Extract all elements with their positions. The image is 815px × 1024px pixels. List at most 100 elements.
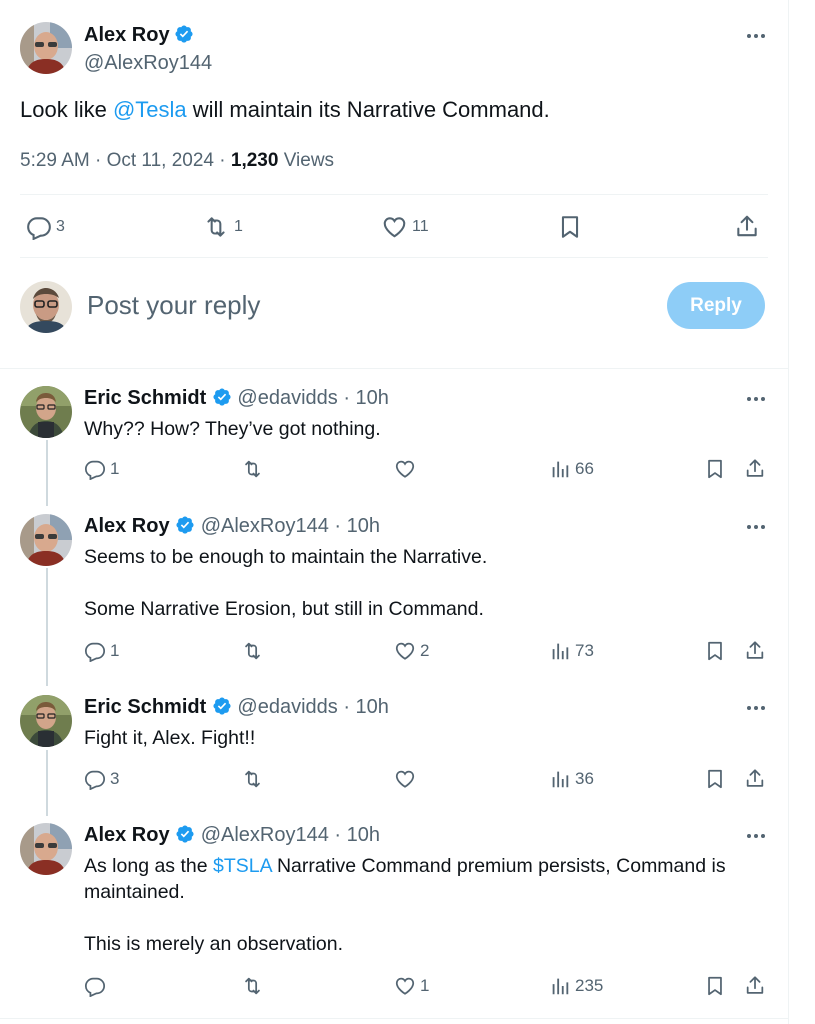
more-icon[interactable] [744,702,768,714]
views-icon [549,640,571,662]
more-icon[interactable] [744,521,768,533]
retweet-icon [241,768,264,790]
bookmark-icon [557,214,583,240]
like-button[interactable]: 1 [394,975,429,997]
reply-header: Eric Schmidt @edavidds · 10h [84,696,389,719]
reply-text-line: Seems to be enough to maintain the Narra… [84,546,488,568]
bookmark-button[interactable] [704,975,726,997]
views-icon [549,458,571,480]
divider [20,257,768,258]
bookmark-button[interactable] [557,214,583,240]
more-icon[interactable] [744,393,768,405]
reply-text: Fight it, Alex. Fight!! [84,727,256,749]
retweet-button[interactable] [241,975,264,997]
author-name[interactable]: Alex Roy [84,24,170,46]
like-icon [381,214,408,240]
like-icon [394,768,416,790]
like-button[interactable]: 11 [381,214,429,240]
views-count: 66 [575,459,594,478]
author-handle[interactable]: @AlexRoy144 [84,52,212,75]
views-button[interactable]: 66 [549,458,594,480]
reply-text: Why?? How? They’ve got nothing. [84,418,381,440]
reply-author-handle[interactable]: @AlexRoy144 [201,515,329,537]
like-count: 11 [412,218,429,235]
reply-button[interactable] [84,975,106,997]
share-icon [734,213,760,240]
views-count: 73 [575,641,594,660]
retweet-button[interactable] [241,768,264,790]
like-count: 1 [420,976,430,995]
reply-input[interactable]: Post your reply [87,290,260,321]
reply-submit-button[interactable]: Reply [667,282,765,329]
reply-button[interactable]: 1 [84,640,119,662]
thread-line [46,440,48,506]
views-button[interactable]: 235 [549,975,603,997]
like-button[interactable] [394,458,416,480]
more-icon[interactable] [744,830,768,842]
reply-author-name[interactable]: Alex Roy [84,824,170,846]
bookmark-button[interactable] [704,458,726,480]
reply-time[interactable]: · 10h [338,387,389,409]
reply-avatar[interactable] [20,386,72,438]
verified-badge-icon [212,696,232,716]
share-icon [744,767,766,790]
retweet-icon [202,214,230,240]
reply-text-line: Some Narrative Erosion, but still in Com… [84,598,484,620]
reply-avatar[interactable] [20,514,72,566]
current-user-avatar[interactable] [20,281,72,333]
share-button[interactable] [734,213,760,240]
author-avatar[interactable] [20,22,72,74]
views-count: 235 [575,976,604,995]
like-button[interactable] [394,768,416,790]
reply-count: 3 [110,769,120,788]
share-icon [744,974,766,997]
like-icon [394,458,416,480]
author-name-row: Alex Roy [84,24,194,47]
views-count: 1,230 [230,150,279,171]
reply-button[interactable]: 1 [84,458,119,480]
views-icon [549,768,571,790]
share-button[interactable] [744,639,766,662]
timestamp[interactable]: 5:29 AM · Oct 11, 2024 · [20,150,231,171]
share-button[interactable] [744,974,766,997]
retweet-button[interactable] [241,458,264,480]
bookmark-button[interactable] [704,640,726,662]
reply-author-name[interactable]: Eric Schmidt [84,387,206,409]
share-icon [744,457,766,480]
share-button[interactable] [744,457,766,480]
bookmark-icon [704,768,726,790]
share-button[interactable] [744,767,766,790]
reply-author-name[interactable]: Alex Roy [84,515,170,537]
retweet-button[interactable] [241,640,264,662]
like-icon [394,975,416,997]
views-button[interactable]: 36 [549,768,594,790]
reply-avatar[interactable] [20,823,72,875]
reply-icon [84,975,106,997]
views-button[interactable]: 73 [549,640,594,662]
reply-icon [26,214,52,240]
reply-icon [84,458,106,480]
reply-button[interactable]: 3 [84,768,119,790]
bookmark-button[interactable] [704,768,726,790]
reply-text-line: This is merely an observation. [84,933,344,955]
reply-button[interactable]: 3 [26,214,65,240]
divider [0,368,788,369]
reply-time[interactable]: · 10h [329,824,380,846]
reply-author-handle[interactable]: @edavidds [237,696,337,718]
more-icon[interactable] [744,30,768,42]
reply-author-handle[interactable]: @AlexRoy144 [201,824,329,846]
reply-time[interactable]: · 10h [338,696,389,718]
reply-avatar[interactable] [20,695,72,747]
reply-author-handle[interactable]: @edavidds [237,387,337,409]
retweet-button[interactable]: 1 [202,214,243,240]
share-icon [744,639,766,662]
reply-text-line: maintained. [84,881,185,903]
mention-link[interactable]: @Tesla [113,97,187,122]
retweet-icon [241,975,264,997]
reply-author-name[interactable]: Eric Schmidt [84,696,206,718]
reply-time[interactable]: · 10h [329,515,380,537]
like-button[interactable]: 2 [394,640,429,662]
reply-icon [84,768,106,790]
retweet-icon [241,640,264,662]
cashtag-link[interactable]: $TSLA [213,855,272,877]
